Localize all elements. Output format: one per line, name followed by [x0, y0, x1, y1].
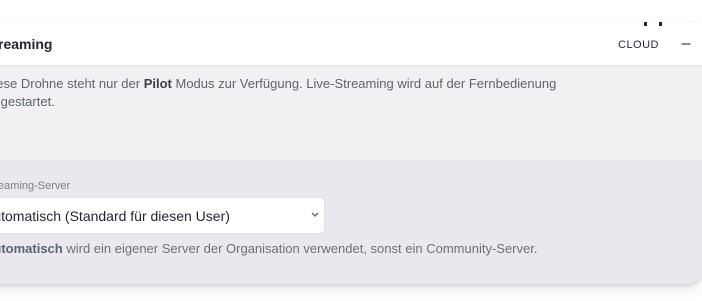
info-text-before: Diese Drohne steht nur der	[0, 76, 141, 91]
logo-mark-icon	[644, 22, 662, 26]
info-line-1: Diese Drohne steht nur der Pilot Modus z…	[0, 75, 686, 93]
info-text-after: Modus zur Verfügung. Live-Streaming wird…	[171, 76, 557, 91]
info-emphasis: Pilot	[143, 76, 172, 91]
collapse-button[interactable]: –	[676, 34, 696, 54]
info-line-2: ist gestartet.	[0, 94, 55, 109]
card-title-text: Streaming	[0, 36, 53, 52]
server-hint: Automatisch wird ein eigener Server der …	[0, 241, 537, 256]
chevron-down-icon	[311, 212, 319, 217]
server-select[interactable]: Automatisch (Standard für diesen User)	[0, 198, 324, 233]
cloud-logo: CLOUD –	[618, 22, 702, 64]
streaming-card: Streaming CLOUD – Diese Drohne steht nur…	[0, 22, 702, 284]
hint-text: wird ein eigener Server der Organisation…	[62, 241, 538, 256]
availability-info: Diese Drohne steht nur der Pilot Modus z…	[0, 75, 686, 111]
card-title: Streaming	[0, 36, 52, 52]
server-select-value: Automatisch (Standard für diesen User)	[0, 208, 230, 224]
card-header: Streaming CLOUD –	[0, 22, 702, 66]
server-field-label: Streaming-Server	[0, 180, 71, 192]
logo-text: CLOUD	[618, 39, 660, 51]
hint-emphasis: Automatisch	[0, 241, 63, 256]
